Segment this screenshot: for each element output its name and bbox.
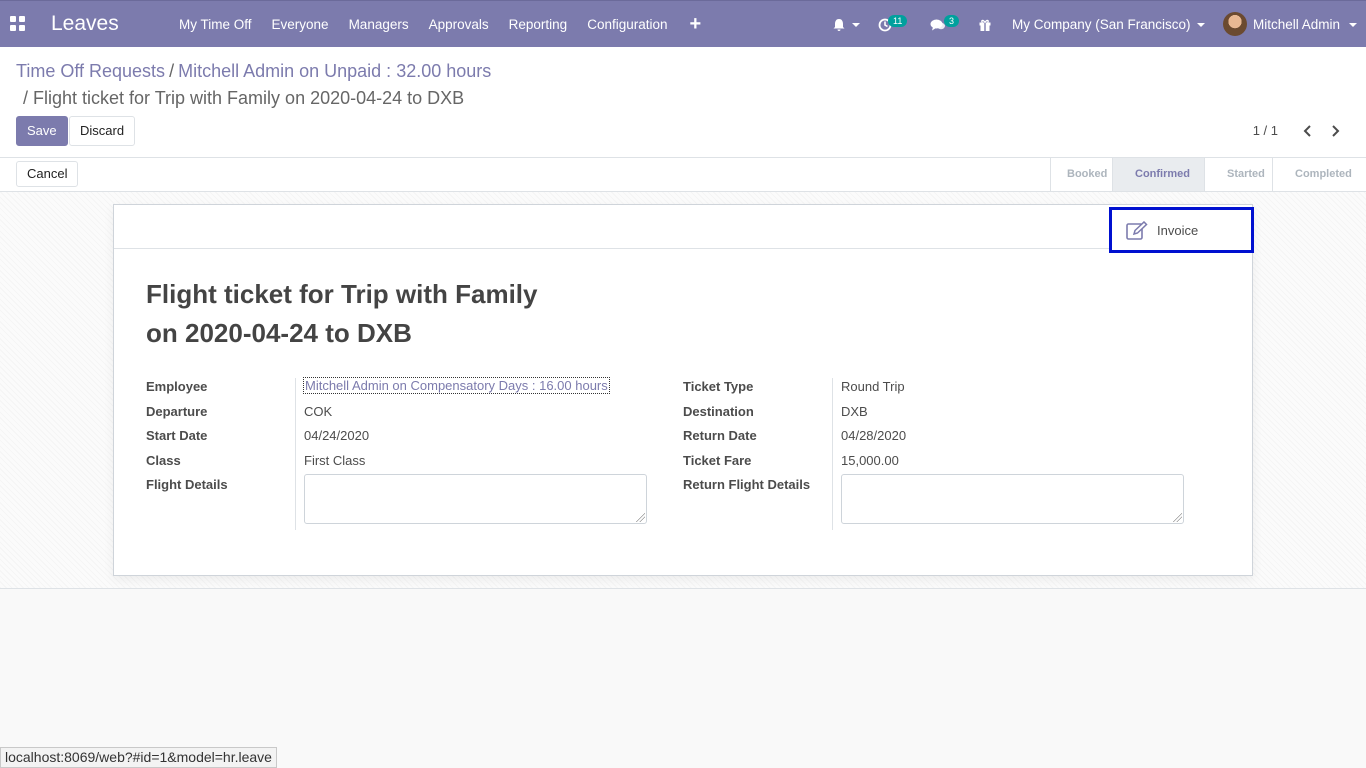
start-date-label: Start Date: [146, 428, 208, 443]
invoice-button[interactable]: Invoice: [1109, 207, 1254, 253]
notifications-bell-icon[interactable]: [832, 1, 860, 48]
breadcrumb-separator: /: [169, 61, 175, 81]
status-steps: Booked Confirmed Started Completed: [1050, 158, 1366, 191]
messages-chat-icon[interactable]: [930, 1, 946, 48]
app-brand[interactable]: Leaves: [51, 12, 119, 36]
avatar: [1223, 12, 1247, 36]
resize-grip-icon[interactable]: [635, 512, 645, 522]
return-flight-details-textarea[interactable]: [841, 474, 1184, 524]
return-date-value[interactable]: 04/28/2020: [841, 428, 906, 443]
breadcrumb: Time Off Requests / Mitchell Admin on Unpa…: [16, 61, 491, 82]
control-panel: Time Off Requests / Mitchell Admin on Unpa…: [0, 47, 1366, 158]
left-group-divider: [295, 378, 296, 530]
status-booked[interactable]: Booked: [1050, 158, 1112, 191]
ticket-fare-label: Ticket Fare: [683, 453, 752, 468]
flight-details-textarea[interactable]: [304, 474, 647, 524]
breadcrumb-time-off-requests[interactable]: Time Off Requests: [16, 61, 165, 81]
destination-value[interactable]: DXB: [841, 404, 868, 419]
return-flight-details-label: Return Flight Details: [683, 477, 811, 492]
company-switcher[interactable]: My Company (San Francisco): [1012, 1, 1205, 48]
menu-my-time-off[interactable]: My Time Off: [169, 1, 262, 48]
return-date-label: Return Date: [683, 428, 757, 443]
messages-count-badge: 3: [944, 15, 960, 27]
status-confirmed[interactable]: Confirmed: [1112, 158, 1204, 191]
menu-managers[interactable]: Managers: [339, 1, 419, 48]
top-navbar: Leaves My Time Off Everyone Managers App…: [0, 0, 1366, 47]
right-group-divider: [832, 378, 833, 530]
breadcrumb-parent-record[interactable]: Mitchell Admin on Unpaid : 32.00 hours: [178, 61, 491, 81]
ticket-type-value[interactable]: Round Trip: [841, 379, 905, 394]
status-bar: Cancel Booked Confirmed Started Complete…: [0, 158, 1366, 192]
ticket-fare-value[interactable]: 15,000.00: [841, 453, 899, 468]
class-value[interactable]: First Class: [304, 453, 365, 468]
employee-label: Employee: [146, 379, 208, 394]
status-started[interactable]: Started: [1204, 158, 1272, 191]
title-line-1: Flight ticket for Trip with Family: [146, 279, 538, 309]
menu-everyone[interactable]: Everyone: [262, 1, 339, 48]
apps-menu-icon[interactable]: [10, 16, 26, 32]
pager-value[interactable]: 1 / 1: [1253, 123, 1278, 138]
resize-grip-icon[interactable]: [1172, 512, 1182, 522]
chevron-left-icon[interactable]: [1298, 121, 1318, 141]
menu-reporting[interactable]: Reporting: [499, 1, 578, 48]
user-menu[interactable]: Mitchell Admin: [1223, 1, 1363, 48]
title-line-2: on 2020-04-24 to DXB: [146, 318, 412, 348]
save-button[interactable]: Save: [16, 116, 68, 146]
invoice-label: Invoice: [1157, 223, 1199, 238]
company-name: My Company (San Francisco): [1012, 17, 1191, 32]
gift-icon[interactable]: [978, 1, 992, 48]
menu-configuration[interactable]: Configuration: [577, 1, 677, 48]
form-sheet: Invoice Flight ticket for Trip with Fami…: [113, 204, 1254, 576]
edit-icon: [1126, 220, 1148, 241]
start-date-value[interactable]: 04/24/2020: [304, 428, 369, 443]
user-name: Mitchell Admin: [1253, 17, 1341, 32]
systray: 11 3 My Company (San Francisco) Mitchell…: [806, 1, 1366, 48]
chevron-right-icon[interactable]: [1325, 121, 1345, 141]
plus-icon[interactable]: +: [678, 1, 714, 48]
breadcrumb-current: / Flight ticket for Trip with Family on …: [23, 88, 465, 108]
departure-value[interactable]: COK: [304, 404, 332, 419]
menu-approvals[interactable]: Approvals: [419, 1, 499, 48]
destination-label: Destination: [683, 404, 754, 419]
class-label: Class: [146, 453, 181, 468]
status-url: localhost:8069/web?#id=1&model=hr.leave: [0, 747, 277, 768]
discard-button[interactable]: Discard: [69, 116, 136, 146]
departure-label: Departure: [146, 404, 208, 419]
record-title: Flight ticket for Trip with Family on 20…: [146, 275, 566, 353]
button-box: Invoice: [114, 205, 1254, 253]
main-menu: My Time Off Everyone Managers Approvals …: [169, 1, 713, 48]
activity-count-badge: 11: [888, 15, 908, 27]
employee-link[interactable]: Mitchell Admin on Compensatory Days : 16…: [303, 377, 610, 394]
ticket-type-label: Ticket Type: [683, 379, 754, 394]
cancel-button[interactable]: Cancel: [16, 161, 79, 187]
status-completed[interactable]: Completed: [1272, 158, 1366, 191]
flight-details-label: Flight Details: [146, 477, 228, 492]
